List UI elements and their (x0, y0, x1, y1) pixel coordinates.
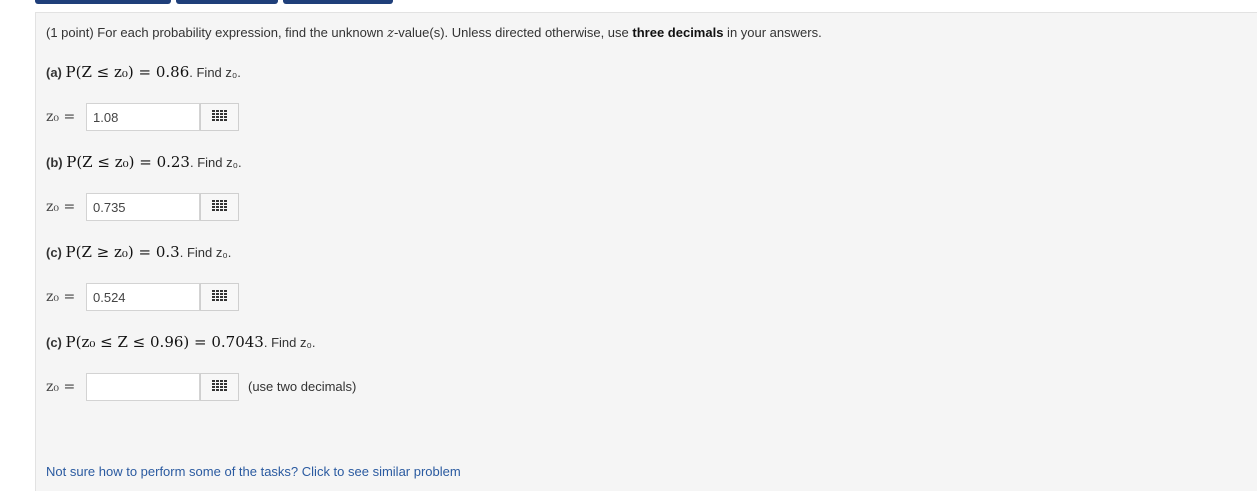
part-b-find: . Find z₀. (189, 155, 242, 170)
top-tab-1[interactable] (35, 0, 171, 4)
part-d-hint: (use two decimals) (248, 379, 357, 394)
intro-zvar: z (387, 26, 394, 41)
similar-problem-link[interactable]: Not sure how to perform some of the task… (46, 464, 461, 479)
part-c-z-label: z₀ = (46, 289, 76, 305)
grid-icon (212, 288, 227, 306)
part-d-find: . Find z₀. (263, 335, 316, 350)
grid-icon (212, 378, 227, 396)
part-b-equation-editor-button[interactable] (200, 193, 239, 221)
part-d-label: (c) (46, 335, 62, 350)
part-a-label: (a) (46, 65, 62, 80)
part-a-find: . Find z₀. (189, 65, 241, 80)
part-b-question: (b) P(Z ≤ z₀) = 0.23. Find z₀. (46, 153, 242, 171)
part-a-z-label: z₀ = (46, 109, 76, 125)
intro-bold: three decimals (632, 25, 724, 40)
part-d-expression: P(z₀ ≤ Z ≤ 0.96) = 0.7043 (65, 333, 264, 351)
part-c-question: (c) P(Z ≥ z₀) = 0.3. Find z₀. (46, 243, 231, 261)
part-d-answer-input[interactable] (86, 373, 200, 401)
top-tab-2[interactable] (176, 0, 278, 4)
part-b-expression: P(Z ≤ z₀) = 0.23 (66, 153, 190, 171)
problem-panel: (1 point) For each probability expressio… (35, 12, 1257, 491)
part-c-answer-input[interactable] (86, 283, 200, 311)
problem-intro: (1 point) For each probability expressio… (46, 25, 822, 41)
top-tab-bar (0, 0, 1257, 6)
part-c-expression: P(Z ≥ z₀) = 0.3 (65, 243, 180, 261)
intro-prefix: (1 point) For each probability expressio… (46, 25, 388, 40)
intro-suffix: in your answers. (723, 25, 822, 40)
grid-icon (212, 198, 227, 216)
part-c-find: . Find z₀. (179, 245, 232, 260)
part-c-label: (c) (46, 245, 62, 260)
intro-middle: -value(s). Unless directed otherwise, us… (393, 25, 633, 40)
part-a-answer-input[interactable] (86, 103, 200, 131)
part-b-label: (b) (46, 155, 63, 170)
part-a-expression: P(Z ≤ z₀) = 0.86 (65, 63, 190, 81)
part-c-equation-editor-button[interactable] (200, 283, 239, 311)
part-a-question: (a) P(Z ≤ z₀) = 0.86. Find z₀. (46, 63, 241, 81)
part-d-z-label: z₀ = (46, 379, 76, 395)
part-a-equation-editor-button[interactable] (200, 103, 239, 131)
top-tab-3[interactable] (283, 0, 393, 4)
part-b-z-label: z₀ = (46, 199, 76, 215)
part-d-equation-editor-button[interactable] (200, 373, 239, 401)
part-d-question: (c) P(z₀ ≤ Z ≤ 0.96) = 0.7043. Find z₀. (46, 333, 316, 351)
grid-icon (212, 108, 227, 126)
part-b-answer-input[interactable] (86, 193, 200, 221)
